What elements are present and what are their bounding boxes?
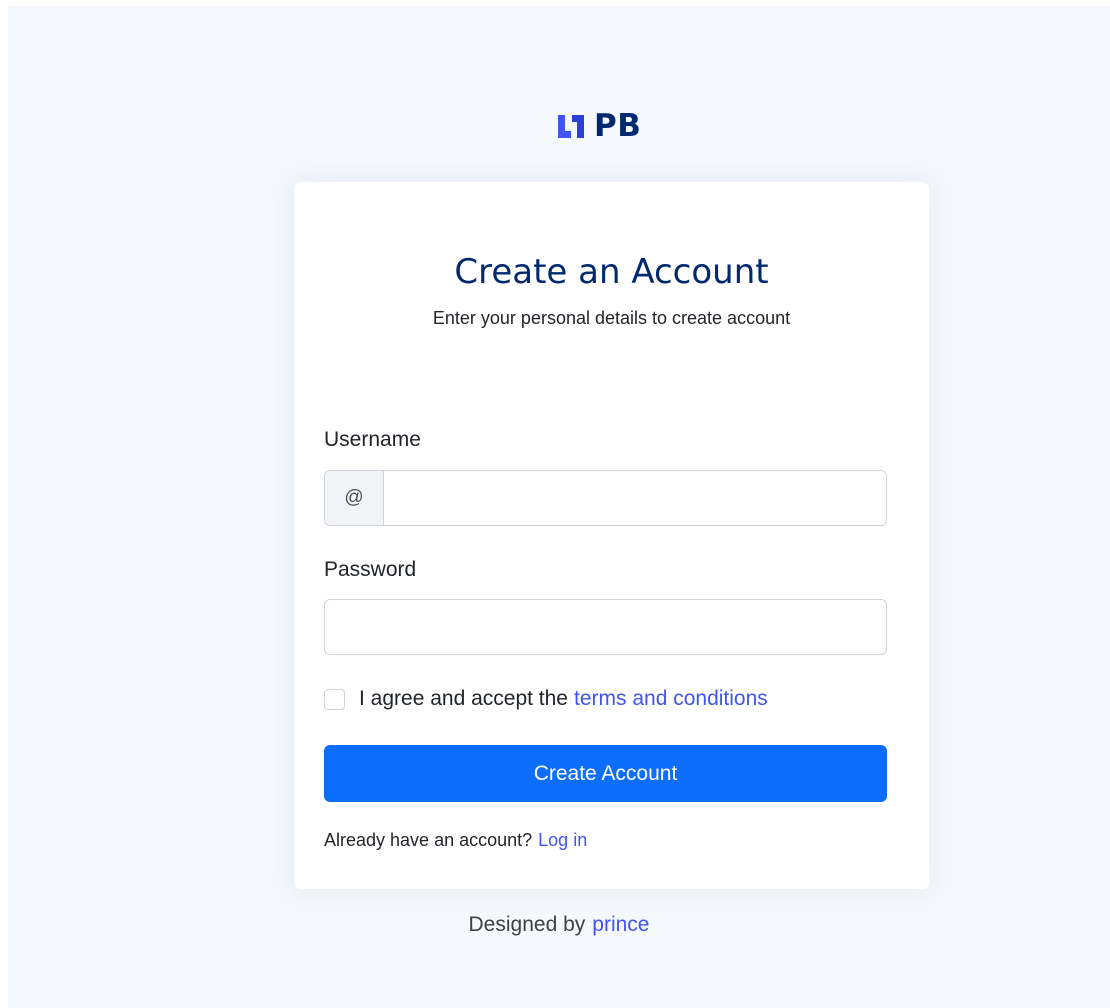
create-account-card: Create an Account Enter your personal de… — [294, 182, 929, 889]
brand-name: PB — [594, 108, 642, 144]
designer-link[interactable]: prince — [592, 912, 649, 938]
page-title: Create an Account — [454, 252, 769, 292]
terms-text: I agree and accept the — [359, 687, 568, 710]
at-sign-addon: @ — [325, 471, 384, 525]
username-input-group: @ — [324, 470, 887, 526]
footer-credit: Designed by prince — [8, 912, 1110, 938]
password-input[interactable] — [325, 600, 886, 654]
username-input[interactable] — [384, 471, 886, 525]
create-account-button[interactable]: Create Account — [324, 745, 887, 802]
brand-logo-icon — [556, 111, 586, 141]
password-field[interactable] — [324, 599, 887, 655]
login-prompt: Already have an account? — [324, 830, 533, 850]
terms-link[interactable]: terms and conditions — [574, 687, 768, 711]
password-label: Password — [324, 558, 417, 581]
page-background: PB Create an Account Enter your personal… — [8, 6, 1110, 1008]
terms-checkbox[interactable] — [324, 688, 345, 710]
terms-row: I agree and accept the terms and conditi… — [324, 685, 768, 713]
login-prompt-row: Already have an account? Log in — [324, 829, 587, 851]
page-subtitle: Enter your personal details to create ac… — [432, 308, 791, 328]
terms-label: I agree and accept the terms and conditi… — [359, 687, 768, 711]
designed-by-text: Designed by — [468, 913, 586, 936]
brand[interactable]: PB — [556, 102, 641, 150]
username-label: Username — [324, 428, 421, 451]
login-link[interactable]: Log in — [538, 829, 587, 851]
